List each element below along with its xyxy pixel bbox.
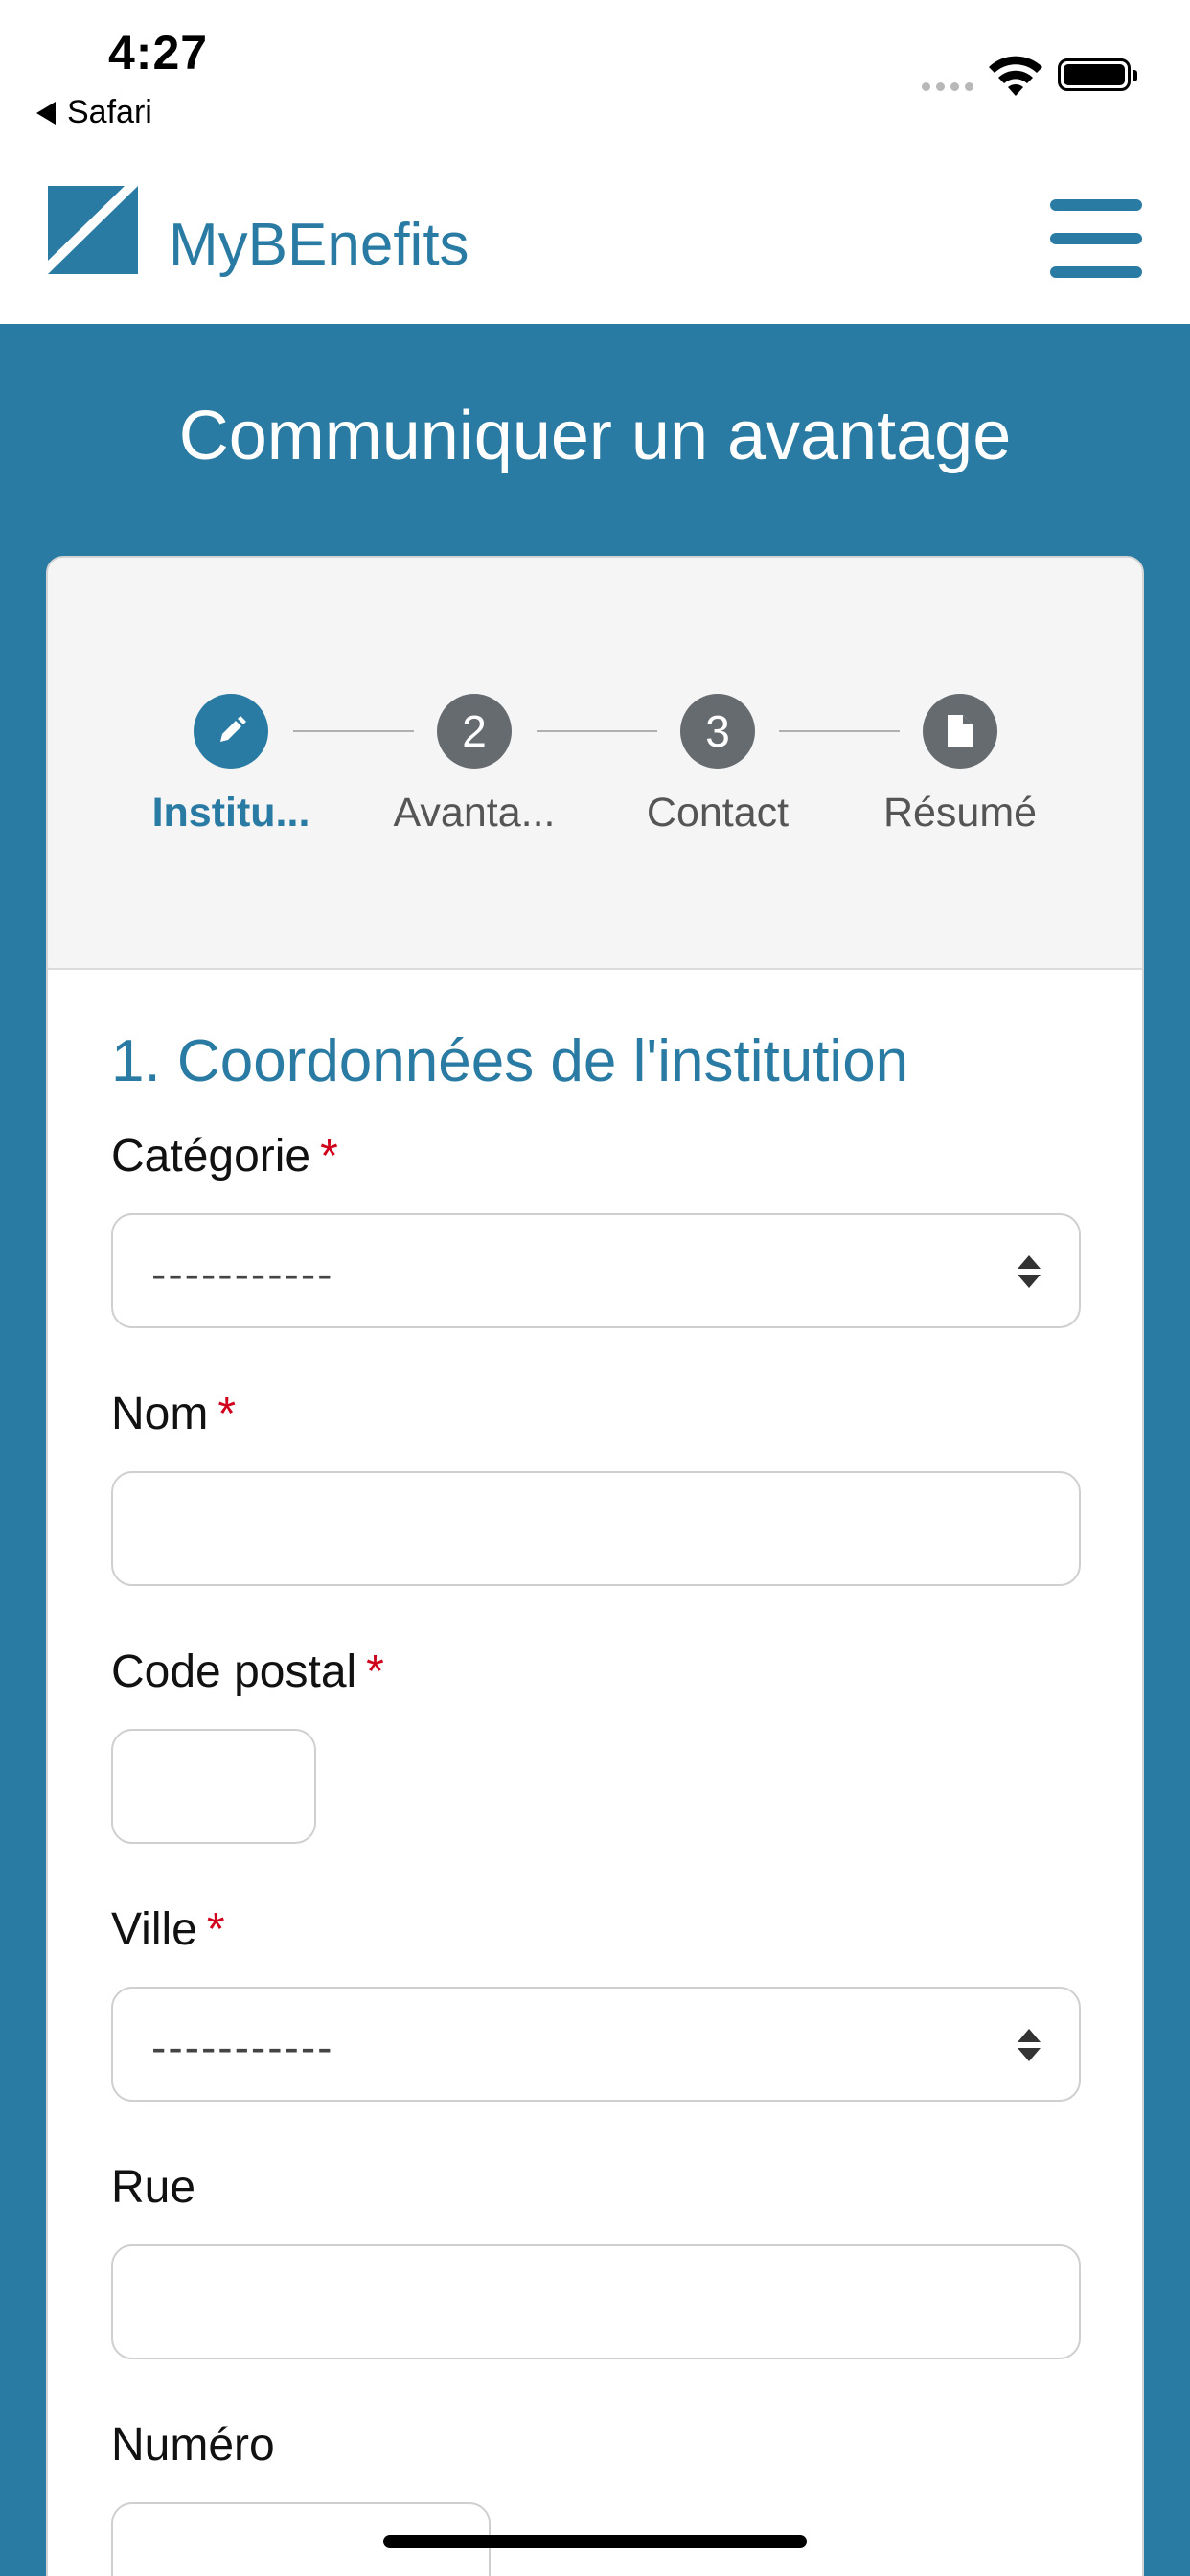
back-label: Safari — [67, 94, 152, 130]
nom-label: Nom * — [111, 1389, 237, 1439]
select-caret-icon — [1018, 2029, 1041, 2061]
battery-icon — [1058, 58, 1137, 91]
step-label: Contact — [646, 790, 790, 836]
code-postal-label: Code postal * — [111, 1646, 384, 1697]
step-circle: 2 — [437, 694, 512, 769]
step-avantage[interactable]: 2 Avanta... — [378, 694, 570, 837]
pencil-icon — [220, 716, 246, 742]
ville-select[interactable]: ----------- — [111, 1987, 1081, 2102]
stepper-header: Institu... 2 Avanta... 3 Contact Résumé — [48, 558, 1142, 970]
wifi-icon — [989, 56, 1042, 96]
categorie-label: Catégorie * — [111, 1131, 338, 1182]
nom-input[interactable] — [111, 1471, 1081, 1586]
form-card: Institu... 2 Avanta... 3 Contact Résumé — [46, 556, 1144, 2576]
hamburger-menu-button[interactable] — [1050, 197, 1142, 280]
required-marker: * — [206, 1904, 225, 1955]
home-indicator[interactable] — [383, 2535, 807, 2548]
top-navbar: MyBEnefits — [0, 163, 1190, 324]
step-circle — [194, 694, 268, 769]
code-postal-input[interactable] — [111, 1729, 316, 1844]
step-circle: 3 — [680, 694, 755, 769]
numero-label: Numéro — [111, 2420, 275, 2471]
ville-select-value: ----------- — [151, 2022, 334, 2072]
section-title: 1. Coordonnées de l'institution — [111, 1028, 909, 1094]
step-institution[interactable]: Institu... — [135, 694, 327, 837]
step-circle — [923, 694, 997, 769]
page-title: Communiquer un avantage — [178, 398, 1012, 474]
document-icon — [948, 715, 973, 748]
required-marker: * — [366, 1646, 384, 1697]
institution-form: 1. Coordonnées de l'institution Catégori… — [111, 1027, 1081, 2576]
step-resume[interactable]: Résumé — [864, 694, 1056, 837]
step-contact[interactable]: 3 Contact — [622, 694, 813, 837]
status-time: 4:27 — [108, 26, 209, 80]
rue-label: Rue — [111, 2162, 196, 2213]
ville-label: Ville * — [111, 1904, 225, 1955]
mybenefits-logo-icon[interactable] — [48, 186, 138, 274]
back-arrow-icon — [36, 101, 56, 125]
cellular-signal-icon — [922, 82, 973, 91]
step-label: Avanta... — [393, 790, 556, 836]
categorie-select[interactable]: ----------- — [111, 1213, 1081, 1328]
categorie-select-value: ----------- — [151, 1249, 334, 1299]
brand-name[interactable]: MyBEnefits — [169, 211, 469, 279]
required-marker: * — [320, 1131, 338, 1182]
step-label: Institu... — [151, 790, 310, 836]
required-marker: * — [217, 1389, 237, 1439]
status-bar: 4:27 Safari — [0, 0, 1190, 163]
stepper: Institu... 2 Avanta... 3 Contact Résumé — [48, 694, 1142, 847]
step-label: Résumé — [882, 790, 1038, 836]
rue-input[interactable] — [111, 2244, 1081, 2359]
back-to-safari-button[interactable]: Safari — [36, 94, 152, 131]
select-caret-icon — [1018, 1255, 1041, 1288]
